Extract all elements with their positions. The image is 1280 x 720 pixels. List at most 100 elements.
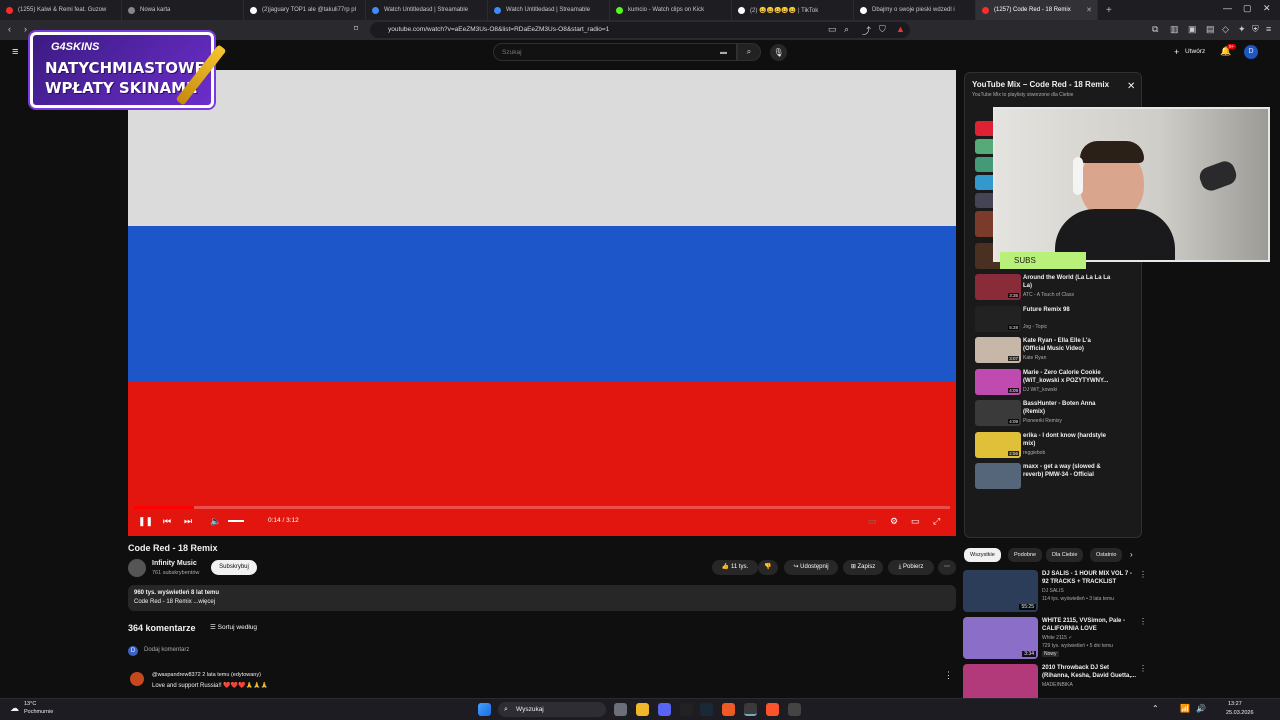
weather-icon[interactable]: ☁: [10, 703, 19, 714]
playlist-item[interactable]: 2:56 erika - I dont know (hardstyle mix) r…: [975, 431, 1137, 462]
playlist-item[interactable]: 4:09 Marie - Zero Calorie Cookie (WiT_kow…: [975, 368, 1137, 399]
menu-icon[interactable]: ≡: [1266, 24, 1271, 34]
progress-bar[interactable]: [134, 506, 950, 509]
app-icon[interactable]: [722, 703, 735, 716]
task-view-icon[interactable]: [614, 703, 627, 716]
windows-start-icon[interactable]: [478, 703, 491, 716]
recommended-video[interactable]: 55:25 DJ SALIS - 1 HOUR MIX VOL 7 - 92 TR…: [963, 570, 1147, 614]
video-more-icon[interactable]: ⋮: [1139, 664, 1147, 673]
shield-icon[interactable]: ⛉: [879, 24, 886, 35]
forward-icon[interactable]: ›: [24, 24, 27, 34]
new-tab-icon[interactable]: +: [1106, 5, 1112, 16]
obs-icon[interactable]: [744, 703, 757, 716]
url-text: youtube.com/watch?v=aEeZM3Us-O8&list=RDa…: [388, 26, 610, 33]
browser-tab[interactable]: Dbajmy o swoje pieski wdzedl i: [854, 0, 976, 20]
share-button[interactable]: ↪ Udostępnij: [784, 560, 838, 575]
description-box[interactable]: 960 tys. wyświetleń 8 lat temu Code Red …: [128, 585, 956, 611]
comment-more-icon[interactable]: ⋮: [944, 670, 953, 681]
comment-author[interactable]: @waspandrew8372 2 lata temu (edytowany): [152, 672, 261, 678]
recommended-video[interactable]: 3:34 WHITE 2115, VVSimon, Pale - CALIFORN…: [963, 617, 1147, 661]
browser-tab[interactable]: Watch Untitledasd | Streamable: [488, 0, 610, 20]
volume-icon[interactable]: 🔈: [210, 516, 221, 527]
plus-icon[interactable]: +: [1174, 47, 1179, 57]
next-icon[interactable]: ⏭: [184, 516, 192, 527]
browser-tab[interactable]: (1255) Kalwi & Remi feat. Guzow: [0, 0, 122, 20]
filter-chip[interactable]: Dla Ciebie: [1046, 548, 1084, 562]
search-button[interactable]: ⌕: [737, 43, 761, 61]
dislike-button[interactable]: 👎: [758, 560, 778, 575]
close-tab-icon[interactable]: ✕: [1086, 6, 1092, 14]
tabs-icon[interactable]: ▤: [1206, 24, 1215, 35]
zoom-icon[interactable]: ⌕: [844, 24, 849, 35]
theater-mode-icon[interactable]: ▭: [911, 516, 920, 527]
file-explorer-icon[interactable]: [636, 703, 649, 716]
voice-search-button[interactable]: 🎙: [770, 44, 787, 61]
maximize-icon[interactable]: ▢: [1243, 3, 1252, 14]
vpn-icon[interactable]: ◇: [1222, 24, 1229, 35]
bookmark-icon[interactable]: ⌑: [354, 24, 358, 33]
filter-chip[interactable]: Ostatnio: [1090, 548, 1123, 562]
terminal-icon[interactable]: [680, 703, 693, 716]
close-playlist-icon[interactable]: ✕: [1127, 81, 1135, 92]
video-more-icon[interactable]: ⋮: [1139, 570, 1147, 579]
subtitles-icon[interactable]: ▭: [868, 516, 877, 527]
add-comment-input[interactable]: Dodaj komentarz: [144, 647, 189, 653]
close-window-icon[interactable]: ✕: [1263, 3, 1271, 14]
channel-name[interactable]: Infinity Music: [152, 560, 197, 567]
filter-chip[interactable]: Wszystkie: [964, 548, 1001, 562]
back-icon[interactable]: ‹: [8, 24, 11, 34]
volume-slider[interactable]: [228, 520, 244, 522]
browser-tab[interactable]: (2) 😀😀😀😀😀 | TikTok: [732, 0, 854, 20]
search-input[interactable]: Szukaj ▬: [493, 43, 737, 61]
discord-icon[interactable]: [658, 703, 671, 716]
ai-icon[interactable]: ✦: [1238, 24, 1246, 35]
download-button[interactable]: ⤓ Pobierz: [888, 560, 934, 575]
playlist-item[interactable]: 3:35 Around the World (La La La La La) ATC…: [975, 274, 1137, 304]
volume-tray-icon[interactable]: 🔊: [1196, 704, 1206, 713]
minimize-icon[interactable]: —: [1223, 3, 1232, 13]
hamburger-menu-icon[interactable]: ≡: [12, 46, 18, 58]
fullscreen-icon[interactable]: ⤢: [933, 516, 940, 527]
comment-avatar[interactable]: [130, 672, 144, 686]
brave-rewards-icon[interactable]: ▲: [896, 24, 905, 34]
browser-tab[interactable]: kumcio - Watch clips on Kick: [610, 0, 732, 20]
clock-time[interactable]: 13:27: [1228, 701, 1242, 707]
playlist-item[interactable]: 3:07 Kate Ryan - Ella Elle L'a (Official …: [975, 337, 1137, 367]
steam-icon[interactable]: [700, 703, 713, 716]
tray-chevron-icon[interactable]: ⌃: [1152, 704, 1159, 713]
page-icon[interactable]: ▭: [828, 24, 837, 35]
subscribe-button[interactable]: Subskrybuj: [211, 560, 257, 575]
create-button[interactable]: Utwórz: [1185, 48, 1205, 55]
sort-comments-button[interactable]: ☰ Sortuj według: [210, 623, 257, 631]
brave-icon[interactable]: ⛨: [1252, 24, 1259, 35]
extensions-icon[interactable]: ⧉: [1152, 24, 1158, 35]
browser-tab[interactable]: (2)jaguary TOP1 ale @takuli77rp pl: [244, 0, 366, 20]
browser-tab[interactable]: (1257) Code Red - 18 Remix ✕: [976, 0, 1098, 20]
share-icon[interactable]: ⤴: [862, 24, 871, 37]
save-button[interactable]: ⊞ Zapisz: [843, 560, 883, 575]
playlist-item[interactable]: 5:28 Future Remix 98 Jog - Topic: [975, 305, 1137, 336]
keyboard-icon[interactable]: ▬: [720, 44, 727, 61]
like-button[interactable]: 👍 11 tys.: [712, 560, 758, 575]
clock-date[interactable]: 25.03.2026: [1226, 710, 1254, 716]
pause-icon[interactable]: ❚❚: [138, 516, 153, 527]
taskbar-search[interactable]: ⌕ Wyszukaj: [498, 702, 606, 717]
previous-icon[interactable]: ⏮: [163, 516, 171, 527]
playlist-item[interactable]: 4:09 BassHunter - Boten Anna (Remix) Pione…: [975, 400, 1137, 430]
sidebar-icon[interactable]: ▥: [1170, 24, 1179, 35]
network-icon[interactable]: 📶: [1180, 704, 1190, 713]
playlist-item[interactable]: maxx - get a way (slowed & reverb) PMW-3…: [975, 463, 1137, 493]
settings-gear-icon[interactable]: ⚙: [890, 516, 898, 527]
filter-chip[interactable]: Podobne: [1008, 548, 1043, 562]
channel-avatar[interactable]: [128, 559, 146, 577]
avatar[interactable]: D: [1244, 45, 1258, 59]
wallet-icon[interactable]: ▣: [1188, 24, 1197, 35]
video-more-icon[interactable]: ⋮: [1139, 617, 1147, 626]
video-player[interactable]: ❚❚ ⏮ ⏭ 🔈 0:14 / 3:12 ▭ ⚙ ▭ ⤢: [128, 70, 956, 536]
browser-tab[interactable]: Watch Untitledasd | Streamable: [366, 0, 488, 20]
settings-app-icon[interactable]: [788, 703, 801, 716]
more-actions-button[interactable]: ⋯: [938, 560, 956, 575]
browser-tab[interactable]: Nowa karta: [122, 0, 244, 20]
chips-next-icon[interactable]: ›: [1130, 550, 1133, 559]
brave-browser-icon[interactable]: [766, 703, 779, 716]
